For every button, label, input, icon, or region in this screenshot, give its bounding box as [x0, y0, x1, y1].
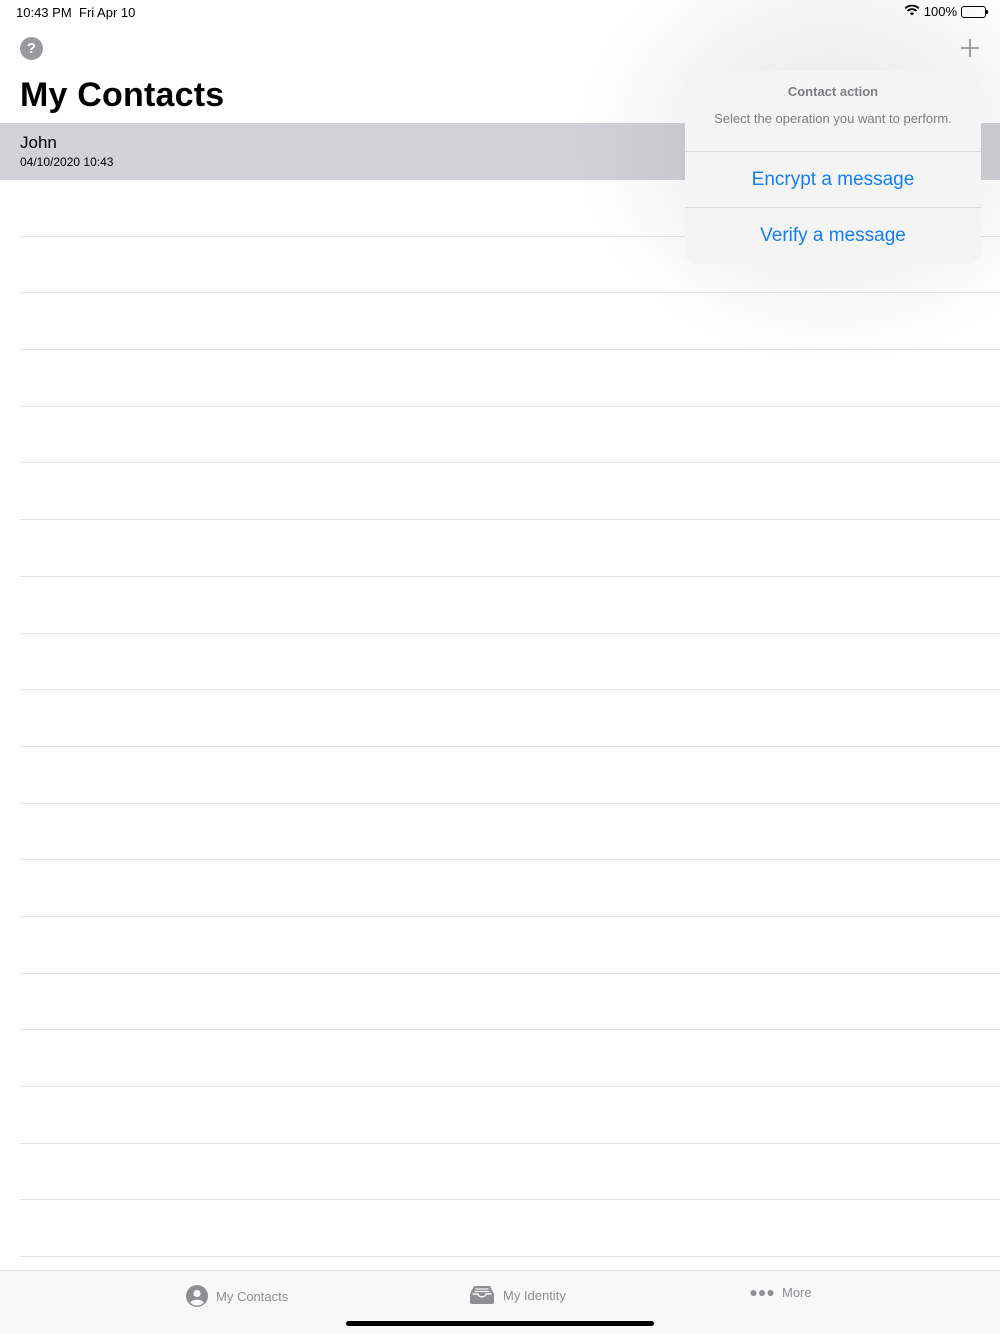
popover-message: Select the operation you want to perform…	[714, 111, 952, 126]
home-indicator[interactable]	[346, 1321, 654, 1326]
app-screen: 10:43 PM Fri Apr 10 100% ? My Contacts J…	[0, 0, 1000, 1334]
person-circle-icon	[186, 1285, 208, 1307]
empty-row	[20, 350, 1000, 407]
battery-percent: 100%	[923, 4, 957, 19]
empty-row	[20, 690, 1000, 747]
tab-my-contacts[interactable]: My Contacts	[186, 1285, 288, 1307]
empty-row	[20, 974, 1000, 1031]
page-title: My Contacts	[20, 76, 225, 114]
tab-label: My Contacts	[216, 1288, 289, 1304]
wifi-icon	[904, 4, 920, 19]
tab-more[interactable]: More	[750, 1285, 812, 1300]
ellipsis-icon	[750, 1289, 774, 1296]
empty-row	[20, 1200, 1000, 1258]
verify-message-button[interactable]: Verify a message	[685, 207, 981, 263]
status-bar: 10:43 PM Fri Apr 10 100%	[0, 0, 1000, 24]
empty-row	[20, 804, 1000, 861]
empty-table-rows	[20, 180, 1000, 1258]
contact-name: John	[20, 133, 57, 152]
encrypt-message-button[interactable]: Encrypt a message	[685, 151, 981, 207]
tray-icon	[470, 1286, 494, 1304]
status-time: 10:43 PM	[16, 5, 72, 20]
help-button[interactable]: ?	[20, 37, 43, 60]
empty-row	[20, 1087, 1000, 1144]
add-button[interactable]	[958, 36, 982, 60]
tab-label: More	[782, 1285, 812, 1300]
empty-row	[20, 520, 1000, 577]
empty-row	[20, 917, 1000, 974]
status-right: 100%	[904, 4, 988, 19]
empty-row	[20, 1144, 1000, 1201]
contact-date: 04/10/2020 10:43	[20, 155, 114, 169]
battery-icon	[961, 5, 988, 18]
empty-row	[20, 463, 1000, 521]
empty-row	[20, 407, 1000, 464]
plus-icon	[961, 39, 979, 57]
empty-row	[20, 860, 1000, 917]
status-date: Fri Apr 10	[79, 5, 136, 20]
tab-label: My Identity	[503, 1287, 566, 1303]
empty-row	[20, 634, 1000, 691]
popover-title: Contact action	[787, 84, 879, 99]
tab-my-identity[interactable]: My Identity	[469, 1285, 566, 1305]
empty-row	[20, 577, 1000, 634]
question-circle-icon: ?	[26, 40, 37, 57]
empty-row	[20, 1030, 1000, 1087]
contact-action-popover: Contact action Select the operation you …	[685, 71, 981, 264]
empty-row	[20, 293, 1000, 351]
empty-row	[20, 747, 1000, 804]
